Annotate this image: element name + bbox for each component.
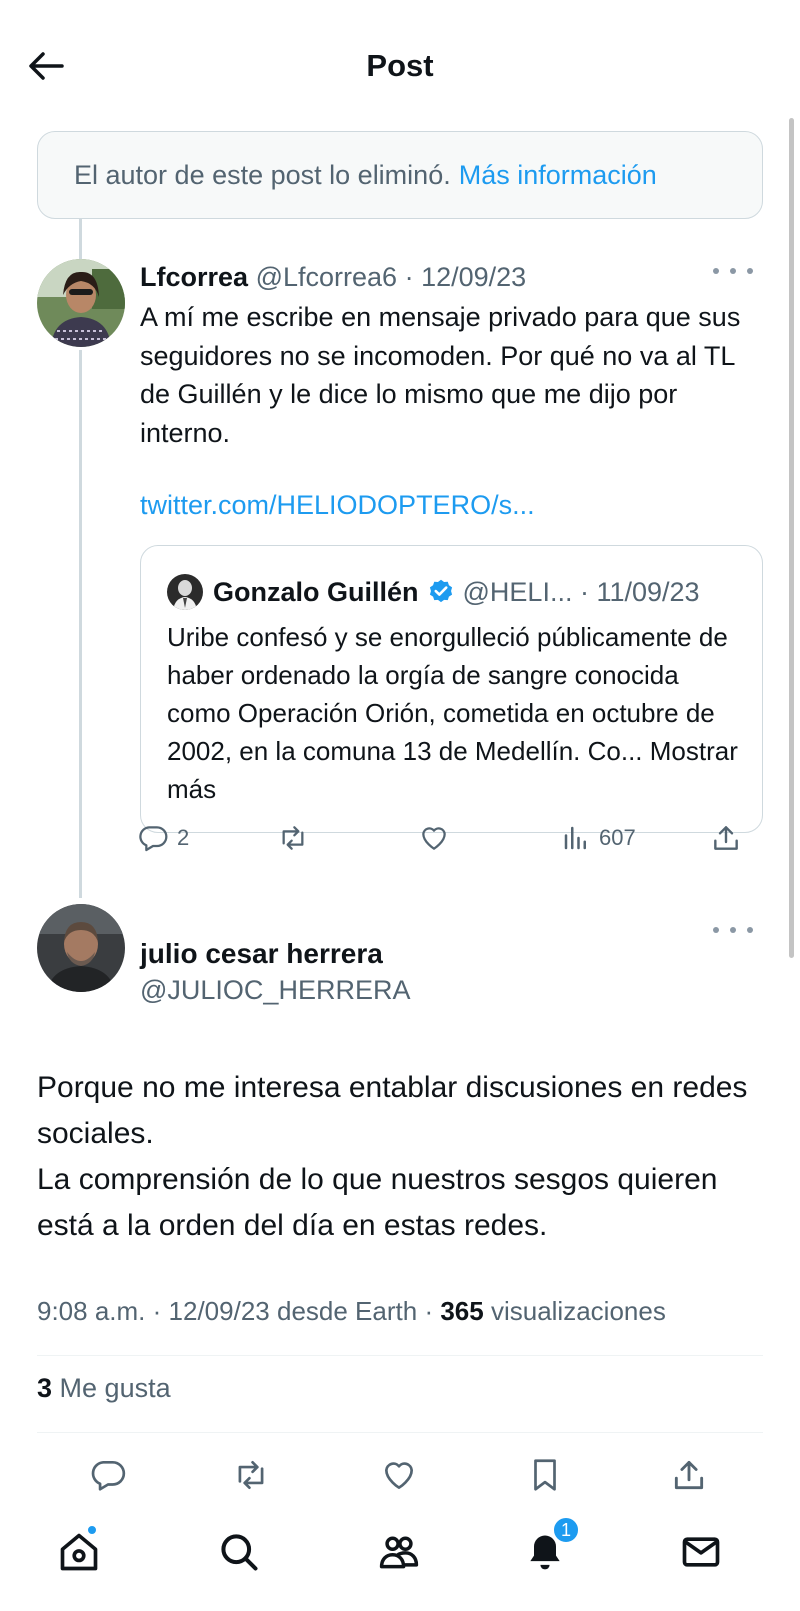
author-handle[interactable]: @JULIOC_HERRERA bbox=[140, 975, 410, 1006]
views-count: 607 bbox=[599, 825, 636, 850]
verified-badge-icon bbox=[429, 579, 452, 603]
author-name[interactable]: julio cesar herrera bbox=[140, 938, 383, 970]
share-icon bbox=[674, 1460, 704, 1490]
heart-icon bbox=[422, 827, 446, 850]
quote-text: Uribe confesó y se enorgulleció públicam… bbox=[167, 618, 747, 808]
bottom-nav: 1 bbox=[0, 1500, 800, 1611]
nav-search[interactable] bbox=[209, 1522, 269, 1582]
tweet-metadata: 9:08 a.m. · 12/09/23 desde Earth · 365 v… bbox=[37, 1296, 666, 1327]
like-button[interactable] bbox=[418, 822, 450, 854]
tweet-text: A mí me escribe en mensaje privado para … bbox=[140, 302, 741, 448]
divider bbox=[37, 1432, 763, 1433]
reply-count: 2 bbox=[177, 825, 190, 850]
page-title: Post bbox=[366, 48, 434, 83]
separator-dot: · bbox=[424, 1296, 441, 1326]
reply-button[interactable]: 2 bbox=[137, 822, 189, 854]
nav-notifications[interactable]: 1 bbox=[515, 1516, 580, 1582]
tweet-date[interactable]: 12/09/23 bbox=[421, 262, 526, 292]
author-name[interactable]: Lfcorrea bbox=[140, 262, 248, 292]
likes-label: Me gusta bbox=[59, 1373, 171, 1403]
repost-icon bbox=[282, 826, 304, 850]
share-button[interactable] bbox=[710, 822, 742, 854]
tweet-date[interactable]: 12/09/23 bbox=[169, 1296, 270, 1326]
separator-dot: · bbox=[572, 576, 597, 607]
quote-header: Gonzalo Guillén @HELI... · 11/09/23 bbox=[167, 574, 700, 610]
nav-messages[interactable] bbox=[671, 1522, 731, 1582]
quote-body: Uribe confesó y se enorgulleció públicam… bbox=[167, 622, 728, 766]
repost-button[interactable] bbox=[276, 822, 310, 854]
notifications-badge: 1 bbox=[552, 1516, 580, 1544]
analytics-icon bbox=[564, 826, 586, 850]
quoted-tweet-card[interactable]: Gonzalo Guillén @HELI... · 11/09/23 Urib… bbox=[140, 545, 763, 833]
main-tweet-line: Porque no me interesa entablar discusion… bbox=[37, 1071, 748, 1150]
communities-icon bbox=[379, 1536, 419, 1569]
more-options-icon[interactable] bbox=[713, 261, 753, 281]
comment-icon bbox=[139, 826, 168, 852]
views-button[interactable]: 607 bbox=[561, 822, 636, 854]
heart-icon bbox=[384, 1462, 414, 1490]
views-label: visualizaciones bbox=[490, 1296, 666, 1326]
main-tweet-line: La comprensión de lo que nuestros sesgos… bbox=[37, 1163, 718, 1242]
comment-icon bbox=[91, 1460, 126, 1491]
home-icon bbox=[60, 1533, 98, 1571]
tweet-actions: 2 607 bbox=[0, 822, 800, 866]
top-bar: Post bbox=[0, 0, 800, 130]
likes-count: 3 bbox=[37, 1373, 53, 1403]
thread-line bbox=[79, 219, 82, 259]
more-options-icon[interactable] bbox=[713, 920, 753, 940]
bookmark-button[interactable] bbox=[526, 1456, 564, 1494]
tweet-source: desde Earth bbox=[276, 1296, 418, 1326]
avatar[interactable] bbox=[37, 259, 125, 347]
views-count: 365 bbox=[440, 1296, 484, 1326]
avatar[interactable] bbox=[37, 904, 125, 992]
reply-button[interactable] bbox=[89, 1456, 127, 1494]
repost-button[interactable] bbox=[231, 1456, 271, 1494]
more-info-link[interactable]: Más información bbox=[459, 160, 657, 191]
mail-icon bbox=[682, 1537, 720, 1567]
tweet-link[interactable]: twitter.com/HELIODOPTERO/s... bbox=[140, 490, 535, 521]
quote-author-name: Gonzalo Guillén bbox=[213, 576, 419, 607]
likes-stat[interactable]: 3 Me gusta bbox=[37, 1373, 171, 1404]
quote-avatar bbox=[167, 574, 203, 610]
tweet-time[interactable]: 9:08 a.m. bbox=[37, 1296, 145, 1326]
search-icon bbox=[221, 1534, 258, 1571]
thread-line bbox=[79, 350, 82, 898]
nav-home[interactable] bbox=[49, 1522, 109, 1582]
main-tweet-text: Porque no me interesa entablar discusion… bbox=[37, 1065, 767, 1249]
quote-date: 11/09/23 bbox=[596, 576, 700, 607]
bookmark-icon bbox=[534, 1459, 556, 1491]
quote-author-handle: @HELI... bbox=[462, 576, 573, 607]
deleted-notice-text: El autor de este post lo eliminó. bbox=[74, 159, 451, 190]
separator-dot: · bbox=[404, 262, 414, 292]
tweet-header: Lfcorrea @Lfcorrea6 · 12/09/23 bbox=[140, 262, 526, 293]
share-icon bbox=[714, 826, 738, 850]
repost-icon bbox=[238, 1460, 264, 1490]
like-button[interactable] bbox=[380, 1456, 418, 1494]
main-tweet-actions bbox=[0, 1456, 800, 1500]
deleted-post-notice: El autor de este post lo eliminó. Más in… bbox=[37, 131, 763, 219]
divider bbox=[37, 1355, 763, 1356]
separator-dot: · bbox=[152, 1296, 169, 1326]
share-button[interactable] bbox=[670, 1456, 708, 1494]
nav-communities[interactable] bbox=[369, 1522, 429, 1582]
home-unread-dot bbox=[86, 1524, 98, 1536]
author-handle[interactable]: @Lfcorrea6 bbox=[256, 262, 397, 292]
